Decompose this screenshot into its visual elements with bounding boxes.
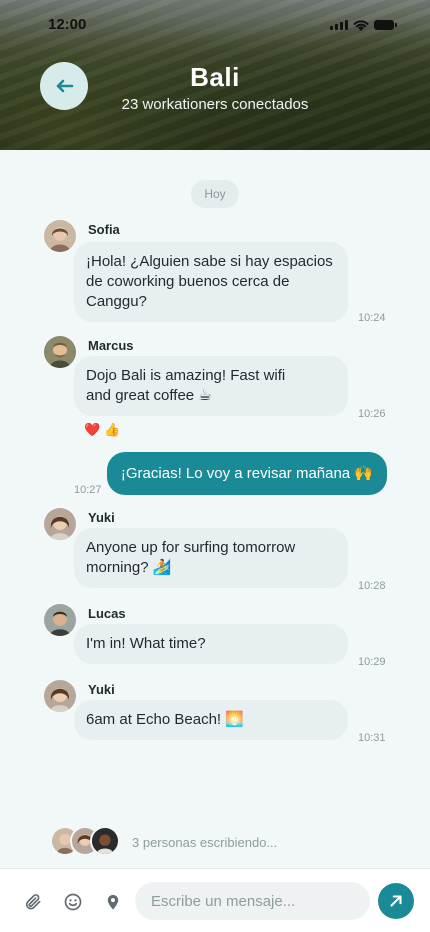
thumbs-up-reaction-icon[interactable]: 👍 <box>104 422 120 438</box>
message-input[interactable] <box>135 882 370 920</box>
message-text-line: Dojo Bali is amazing! Fast wifi <box>86 367 286 384</box>
message-text-line: and great coffee ☕ <box>86 387 212 404</box>
message-timestamp: 10:31 <box>358 732 386 744</box>
signal-icon <box>330 20 348 30</box>
message-timestamp: 10:24 <box>358 312 386 324</box>
message-composer <box>0 868 430 932</box>
avatar[interactable] <box>44 680 76 712</box>
typing-text: 3 personas escribiendo... <box>132 835 278 850</box>
chat-title: Bali <box>190 62 240 92</box>
message-timestamp: 10:29 <box>358 656 386 668</box>
attach-button[interactable] <box>22 891 44 913</box>
status-bar: 12:00 <box>0 14 430 36</box>
battery-icon <box>374 20 397 30</box>
message-timestamp: 10:28 <box>358 580 386 592</box>
message-bubble[interactable]: 6am at Echo Beach! 🌅 <box>74 700 348 740</box>
sender-name: Yuki <box>88 510 115 525</box>
emoji-icon <box>64 893 82 911</box>
send-button[interactable] <box>378 883 414 919</box>
heart-reaction-icon[interactable]: ❤️ <box>84 422 100 438</box>
message-text-line: de coworking buenos cerca de <box>86 273 290 290</box>
typing-indicator: 3 personas escribiendo... <box>50 826 380 858</box>
wifi-icon <box>353 20 369 31</box>
message-text-line: Canggu? <box>86 293 147 310</box>
paperclip-icon <box>25 894 41 910</box>
sender-name: Marcus <box>88 338 134 353</box>
location-pin-icon <box>107 894 119 910</box>
avatar[interactable] <box>44 220 76 252</box>
avatar[interactable] <box>44 604 76 636</box>
chat-header: 12:00 Bali 23 workationers conectados <box>0 0 430 150</box>
emoji-button[interactable] <box>62 891 84 913</box>
chat-subtitle: 23 workationers conectados <box>121 96 309 113</box>
location-button[interactable] <box>102 891 124 913</box>
message-bubble[interactable]: Dojo Bali is amazing! Fast wifi and grea… <box>74 356 348 416</box>
message-text-line: I'm in! What time? <box>86 635 206 652</box>
message-reactions[interactable]: ❤️ 👍 <box>84 422 120 438</box>
message-text-line: ¡Gracias! Lo voy a revisar mañana 🙌 <box>120 465 373 482</box>
message-timestamp: 10:26 <box>358 408 386 420</box>
message-text-line: ¡Hola! ¿Alguien sabe si hay espacios <box>86 253 333 270</box>
avatar[interactable] <box>44 508 76 540</box>
sender-name: Yuki <box>88 682 115 697</box>
sender-name: Lucas <box>88 606 126 621</box>
message-text-line: morning? 🏄 <box>86 559 172 576</box>
message-bubble[interactable]: ¡Hola! ¿Alguien sabe si hay espacios de … <box>74 242 348 322</box>
message-text-line: Anyone up for surfing tomorrow <box>86 539 296 556</box>
status-time: 12:00 <box>48 16 87 33</box>
avatar[interactable] <box>44 336 76 368</box>
message-text-line: 6am at Echo Beach! 🌅 <box>86 711 244 728</box>
message-bubble[interactable]: I'm in! What time? <box>74 624 348 664</box>
send-arrow-icon <box>390 895 402 907</box>
message-list[interactable]: Hoy Sofia ¡Hola! ¿Alguien sabe si hay es… <box>0 150 430 868</box>
sender-name: Sofia <box>88 222 120 237</box>
day-separator: Hoy <box>191 180 239 208</box>
message-timestamp: 10:27 <box>74 484 102 496</box>
typing-avatar <box>90 826 120 856</box>
message-bubble[interactable]: Anyone up for surfing tomorrow morning? … <box>74 528 348 588</box>
message-bubble-outgoing[interactable]: ¡Gracias! Lo voy a revisar mañana 🙌 <box>106 452 387 495</box>
